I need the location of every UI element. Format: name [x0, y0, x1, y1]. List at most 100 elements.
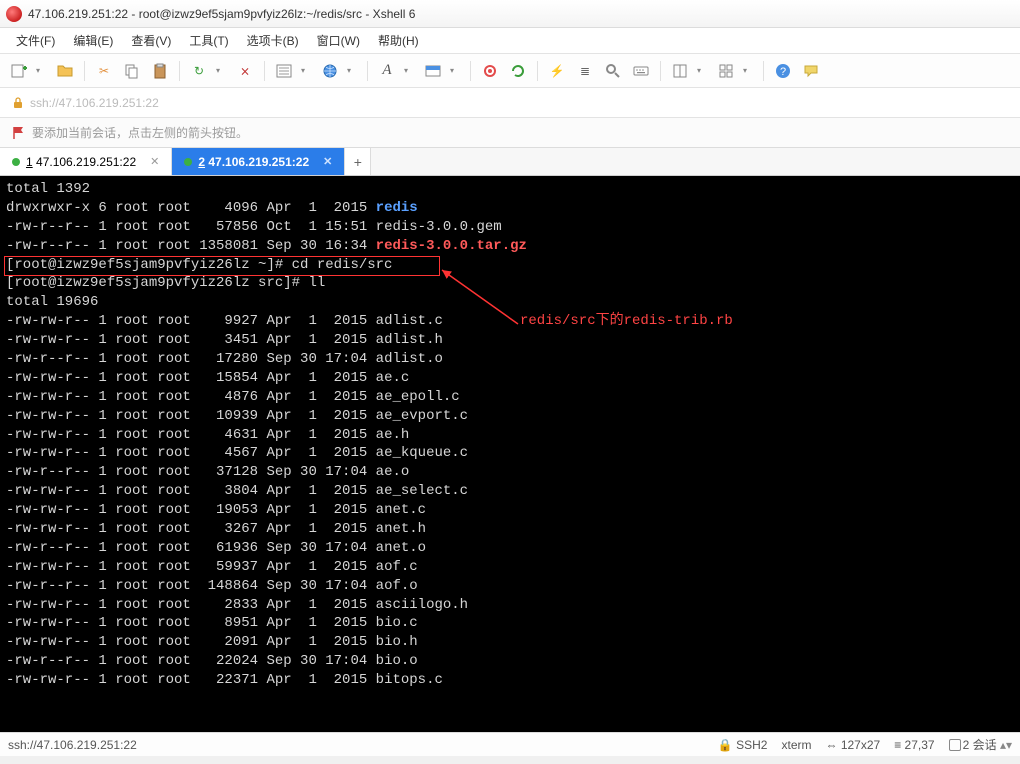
open-icon[interactable]	[56, 62, 74, 80]
terminal-line: -rw-rw-r-- 1 root root 15854 Apr 1 2015 …	[6, 369, 1014, 388]
terminal-line: -rw-rw-r-- 1 root root 3267 Apr 1 2015 a…	[6, 520, 1014, 539]
info-bar: 要添加当前会话，点击左侧的箭头按钮。	[0, 118, 1020, 148]
terminal-line: -rw-rw-r-- 1 root root 3451 Apr 1 2015 a…	[6, 331, 1014, 350]
terminal-line: total 19696	[6, 293, 1014, 312]
terminal-line: -rw-r--r-- 1 root root 57856 Oct 1 15:51…	[6, 218, 1014, 237]
listing-icon[interactable]: ≣	[576, 62, 594, 80]
terminal-line: -rw-r--r-- 1 root root 1358081 Sep 30 16…	[6, 237, 1014, 256]
keyboard-icon[interactable]	[632, 62, 650, 80]
colorscheme-dropdown-icon[interactable]	[442, 62, 460, 80]
record-icon[interactable]	[481, 62, 499, 80]
tabbar: 1 47.106.219.251:22 ✕ 2 47.106.219.251:2…	[0, 148, 1020, 176]
tile-icon[interactable]	[717, 62, 735, 80]
flag-icon[interactable]	[12, 126, 26, 140]
terminal-line: -rw-r--r-- 1 root root 17280 Sep 30 17:0…	[6, 350, 1014, 369]
status-term: xterm	[781, 738, 811, 752]
status-sessions: 2 会话 ▴▾	[949, 736, 1012, 753]
tab-label: 2 47.106.219.251:22	[198, 155, 309, 169]
terminal-line: [root@izwz9ef5sjam9pvfyiz26lz src]# ll	[6, 274, 1014, 293]
help-icon[interactable]: ?	[774, 62, 792, 80]
globe-dropdown-icon[interactable]	[339, 62, 357, 80]
chat-icon[interactable]	[802, 62, 820, 80]
menu-view[interactable]: 查看(V)	[125, 30, 177, 51]
terminal-line: -rw-rw-r-- 1 root root 2091 Apr 1 2015 b…	[6, 633, 1014, 652]
terminal-line: -rw-rw-r-- 1 root root 19053 Apr 1 2015 …	[6, 501, 1014, 520]
properties-icon[interactable]	[275, 62, 293, 80]
terminal-line: -rw-r--r-- 1 root root 37128 Sep 30 17:0…	[6, 463, 1014, 482]
toolbar-separator	[179, 61, 180, 81]
terminal-line: -rw-rw-r-- 1 root root 4567 Apr 1 2015 a…	[6, 444, 1014, 463]
terminal-line: [root@izwz9ef5sjam9pvfyiz26lz ~]# cd red…	[6, 256, 1014, 275]
terminal-line: -rw-rw-r-- 1 root root 59937 Apr 1 2015 …	[6, 558, 1014, 577]
menu-tools[interactable]: 工具(T)	[183, 30, 234, 51]
status-proto: 🔒 SSH2	[718, 738, 768, 752]
status-left: ssh://47.106.219.251:22	[8, 738, 137, 752]
terminal-line: -rw-rw-r-- 1 root root 10939 Apr 1 2015 …	[6, 407, 1014, 426]
tab-session-1[interactable]: 1 47.106.219.251:22 ✕	[0, 148, 172, 175]
status-pos: ≡ 27,37	[894, 738, 934, 752]
paste-icon[interactable]	[151, 62, 169, 80]
terminal-line: -rw-rw-r-- 1 root root 4631 Apr 1 2015 a…	[6, 426, 1014, 445]
font-dropdown-icon[interactable]	[396, 62, 414, 80]
terminal-line: -rw-rw-r-- 1 root root 8951 Apr 1 2015 b…	[6, 614, 1014, 633]
menu-file[interactable]: 文件(F)	[10, 30, 61, 51]
menu-help[interactable]: 帮助(H)	[372, 30, 425, 51]
svg-text:?: ?	[780, 66, 786, 78]
new-session-dropdown-icon[interactable]	[28, 62, 46, 80]
lock-icon	[12, 97, 24, 109]
terminal-line: -rw-r--r-- 1 root root 148864 Sep 30 17:…	[6, 577, 1014, 596]
terminal-line: -rw-rw-r-- 1 root root 2833 Apr 1 2015 a…	[6, 596, 1014, 615]
search-icon[interactable]	[604, 62, 622, 80]
statusbar: ssh://47.106.219.251:22 🔒 SSH2 xterm ⇔ 1…	[0, 732, 1020, 756]
terminal-line: -rw-rw-r-- 1 root root 4876 Apr 1 2015 a…	[6, 388, 1014, 407]
cut-icon[interactable]: ✂	[95, 62, 113, 80]
menu-tabs[interactable]: 选项卡(B)	[241, 30, 305, 51]
terminal-line: total 1392	[6, 180, 1014, 199]
layout-dropdown-icon[interactable]	[689, 62, 707, 80]
window-title: 47.106.219.251:22 - root@izwz9ef5sjam9pv…	[28, 7, 415, 21]
menubar: 文件(F) 编辑(E) 查看(V) 工具(T) 选项卡(B) 窗口(W) 帮助(…	[0, 28, 1020, 54]
reconnect-icon[interactable]: ↻	[190, 62, 208, 80]
terminal-line: -rw-r--r-- 1 root root 61936 Sep 30 17:0…	[6, 539, 1014, 558]
status-dot-icon	[12, 158, 20, 166]
terminal-line: -rw-rw-r-- 1 root root 22371 Apr 1 2015 …	[6, 671, 1014, 690]
font-icon[interactable]: A	[378, 62, 396, 80]
globe-icon[interactable]	[321, 62, 339, 80]
flash-icon[interactable]: ⚡	[548, 62, 566, 80]
tile-dropdown-icon[interactable]	[735, 62, 753, 80]
colorscheme-icon[interactable]	[424, 62, 442, 80]
toolbar-separator	[537, 61, 538, 81]
refresh-icon[interactable]	[509, 62, 527, 80]
address-bar[interactable]: ssh://47.106.219.251:22	[0, 88, 1020, 118]
add-tab-button[interactable]: +	[345, 148, 371, 175]
layout-icon[interactable]	[671, 62, 689, 80]
sessions-icon	[949, 739, 961, 751]
toolbar-separator	[84, 61, 85, 81]
app-icon	[6, 6, 22, 22]
copy-icon[interactable]	[123, 62, 141, 80]
toolbar-separator	[264, 61, 265, 81]
address-text: ssh://47.106.219.251:22	[30, 96, 159, 110]
new-session-icon[interactable]	[10, 62, 28, 80]
status-size: ⇔ 127x27	[825, 738, 880, 752]
terminal[interactable]: total 1392drwxrwxr-x 6 root root 4096 Ap…	[0, 176, 1020, 732]
menu-window[interactable]: 窗口(W)	[311, 30, 366, 51]
menu-edit[interactable]: 编辑(E)	[67, 30, 119, 51]
tab-session-2[interactable]: 2 47.106.219.251:22 ✕	[172, 148, 345, 175]
close-icon[interactable]: ✕	[323, 155, 332, 168]
titlebar: 47.106.219.251:22 - root@izwz9ef5sjam9pv…	[0, 0, 1020, 28]
toolbar-separator	[367, 61, 368, 81]
tab-label: 1 47.106.219.251:22	[26, 155, 136, 169]
close-icon[interactable]: ✕	[150, 155, 159, 168]
terminal-line: -rw-r--r-- 1 root root 22024 Sep 30 17:0…	[6, 652, 1014, 671]
toolbar-separator	[660, 61, 661, 81]
toolbar-separator	[470, 61, 471, 81]
properties-dropdown-icon[interactable]	[293, 62, 311, 80]
toolbar-separator	[763, 61, 764, 81]
toolbar: ✂ ↻ ⨯ A ⚡ ≣	[0, 54, 1020, 88]
info-text: 要添加当前会话，点击左侧的箭头按钮。	[32, 124, 248, 141]
terminal-line: -rw-rw-r-- 1 root root 9927 Apr 1 2015 a…	[6, 312, 1014, 331]
reconnect-dropdown-icon[interactable]	[208, 62, 226, 80]
disconnect-icon[interactable]: ⨯	[236, 62, 254, 80]
lock-icon: 🔒	[718, 738, 733, 752]
